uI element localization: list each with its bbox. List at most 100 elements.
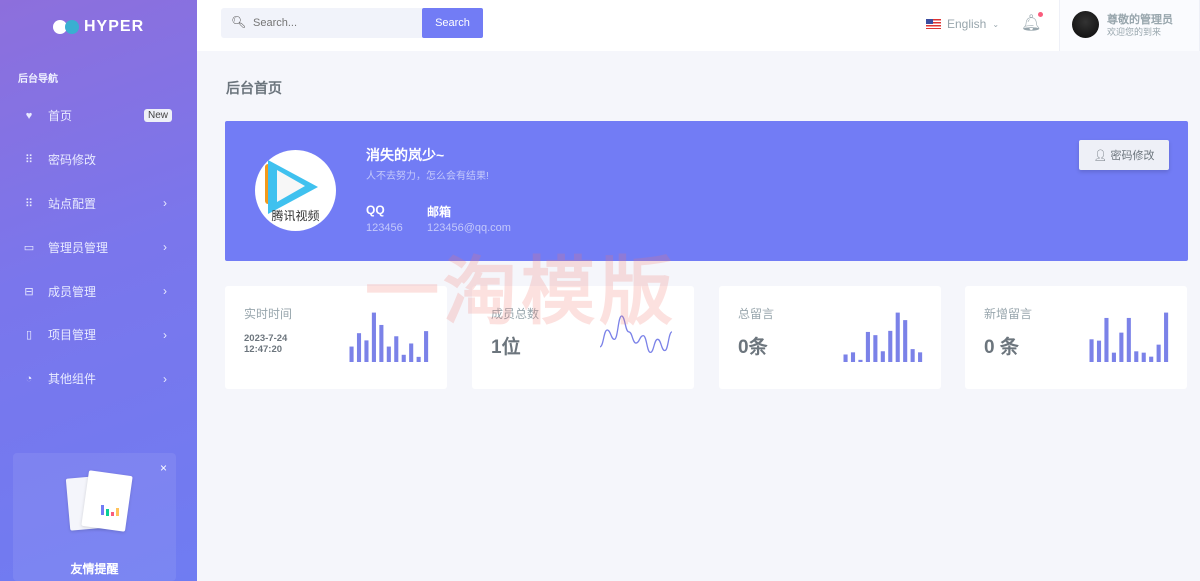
sidebar-item-label: 密码修改 (48, 153, 97, 168)
spark-bar (1089, 339, 1094, 362)
sidebar-nav: ♥ 首页 New ⠿ 密码修改 ⠿ 站点配置 › ▭ 管理员管理 › ⊟ 成员管理 › ▯ 项目管理… (0, 94, 197, 401)
spark-bar (379, 324, 384, 362)
search-icon: 🔍︎ (231, 15, 247, 29)
profile-avatar: 腾讯视频 (255, 150, 336, 231)
spark-bar (1126, 317, 1131, 362)
spark-bar (910, 349, 915, 362)
spark-bar (386, 346, 391, 362)
spark-bar (409, 343, 414, 362)
stat-card-members: 成员总数 1位 (472, 286, 694, 389)
chevron-down-icon: ⌄ (992, 19, 1000, 29)
sidebar-item-label: 首页 (48, 109, 73, 124)
briefcase-icon: ⊟ (24, 285, 34, 298)
spark-bar (1134, 351, 1139, 362)
stat-card-messages: 总留言 0条 (719, 286, 941, 389)
avatar (1072, 11, 1099, 38)
search-box: 🔍︎ Search (221, 8, 483, 38)
spark-bar (1156, 344, 1161, 362)
spark-bar (371, 312, 376, 362)
spark-bar (895, 312, 900, 362)
profile-name: 消失的岚少~ (366, 147, 445, 163)
stat-value: 0 条 (984, 337, 1019, 358)
grid-icon: ⠿ (24, 154, 34, 167)
sparkline-chart (1089, 312, 1169, 362)
sidebar-item-members[interactable]: ⊟ 成员管理 › (0, 269, 197, 313)
spark-bar (1141, 352, 1146, 362)
document-icon: ▯ (25, 329, 33, 342)
stat-value: 1位 (491, 337, 521, 358)
topbar: 🔍︎ Search English ⌄ 🔔︎ 尊敬的管理员 欢迎您的到来 (197, 0, 1200, 51)
profile-motto: 人不去努力，怎么会有结果! (366, 171, 489, 182)
new-badge: New (143, 109, 172, 123)
search-button[interactable]: Search (422, 8, 483, 38)
stat-date: 2023-7-24 (244, 333, 288, 344)
spark-bar (880, 351, 885, 362)
spark-bar (918, 352, 923, 362)
email-label: 邮箱 (427, 205, 452, 219)
window-icon: ▭ (23, 241, 35, 254)
search-input[interactable] (253, 8, 413, 38)
user-icon: 👤︎ (1093, 150, 1111, 162)
close-icon[interactable]: × (160, 461, 167, 475)
sidebar: HYPER 后台导航 ♥ 首页 New ⠿ 密码修改 ⠿ 站点配置 › ▭ 管理员管理 › ⊟… (0, 0, 197, 581)
notification-dot (1038, 12, 1044, 17)
sidebar-item-password[interactable]: ⠿ 密码修改 (0, 138, 197, 182)
promo-title: 友情提醒 (70, 562, 119, 576)
sparkline-chart (349, 312, 429, 362)
sidebar-item-label: 项目管理 (48, 328, 97, 343)
spark-bar (416, 356, 421, 362)
stat-time: 12:47:20 (244, 344, 283, 355)
notification-button[interactable]: 🔔︎ (1021, 12, 1044, 33)
user-menu[interactable]: 尊敬的管理员 欢迎您的到来 (1059, 0, 1200, 51)
sidebar-item-label: 站点配置 (48, 196, 97, 211)
chevron-right-icon: › (163, 240, 167, 255)
nav-section-title: 后台导航 (18, 74, 58, 85)
sidebar-item-other[interactable]: ◔ 其他组件 › (0, 357, 197, 401)
change-password-button[interactable]: 👤︎ 密码修改 (1079, 140, 1169, 170)
spark-bar (364, 340, 369, 362)
stat-label: 成员总数 (491, 307, 540, 321)
sidebar-item-admin[interactable]: ▭ 管理员管理 › (0, 225, 197, 269)
spark-bar (1111, 352, 1116, 362)
spark-bar (888, 330, 893, 362)
stat-label: 总留言 (738, 307, 775, 321)
sidebar-item-label: 其他组件 (48, 372, 97, 387)
logo-icon (65, 20, 79, 34)
language-label: English (947, 17, 987, 31)
language-selector[interactable]: English ⌄ (926, 17, 999, 31)
sidebar-item-site-config[interactable]: ⠿ 站点配置 › (0, 182, 197, 226)
spark-bar (873, 335, 878, 362)
sidebar-item-label: 管理员管理 (48, 240, 109, 255)
sidebar-item-projects[interactable]: ▯ 项目管理 › (0, 313, 197, 357)
user-subtitle: 欢迎您的到来 (1107, 27, 1162, 37)
chevron-right-icon: › (163, 284, 167, 299)
us-flag-icon (926, 19, 941, 29)
qq-label: QQ (366, 203, 385, 217)
stat-label: 实时时间 (244, 307, 293, 321)
spark-bar (424, 331, 429, 362)
sidebar-item-home[interactable]: ♥ 首页 New (0, 94, 197, 138)
logo[interactable]: HYPER (53, 18, 144, 36)
page-title: 后台首页 (226, 80, 282, 96)
spark-bar (1096, 340, 1102, 362)
spark-bar (1104, 317, 1109, 362)
profile-card: 腾讯视频 消失的岚少~ 人不去努力，怎么会有结果! QQ 123456 邮箱 1… (225, 121, 1188, 261)
spark-bar (858, 359, 863, 362)
stat-card-new-messages: 新增留言 0 条 (965, 286, 1187, 389)
brand-name: HYPER (84, 18, 145, 35)
button-label: 密码修改 (1110, 150, 1155, 162)
bell-icon: 🔔︎ (1021, 15, 1042, 32)
stat-value: 0条 (738, 337, 768, 358)
spark-bar (865, 331, 870, 362)
stat-card-time: 实时时间 2023-7-24 12:47:20 (225, 286, 447, 389)
pie-icon: ◔ (25, 372, 33, 385)
chevron-right-icon: › (163, 196, 167, 211)
sidebar-item-label: 成员管理 (48, 284, 97, 299)
sparkline-chart (599, 315, 673, 354)
spark-bar (394, 336, 399, 362)
qq-value: 123456 (366, 222, 403, 234)
spark-bar (1149, 356, 1154, 362)
spark-bar (843, 354, 848, 362)
stat-label: 新增留言 (984, 307, 1033, 321)
spark-bar (1119, 332, 1124, 362)
